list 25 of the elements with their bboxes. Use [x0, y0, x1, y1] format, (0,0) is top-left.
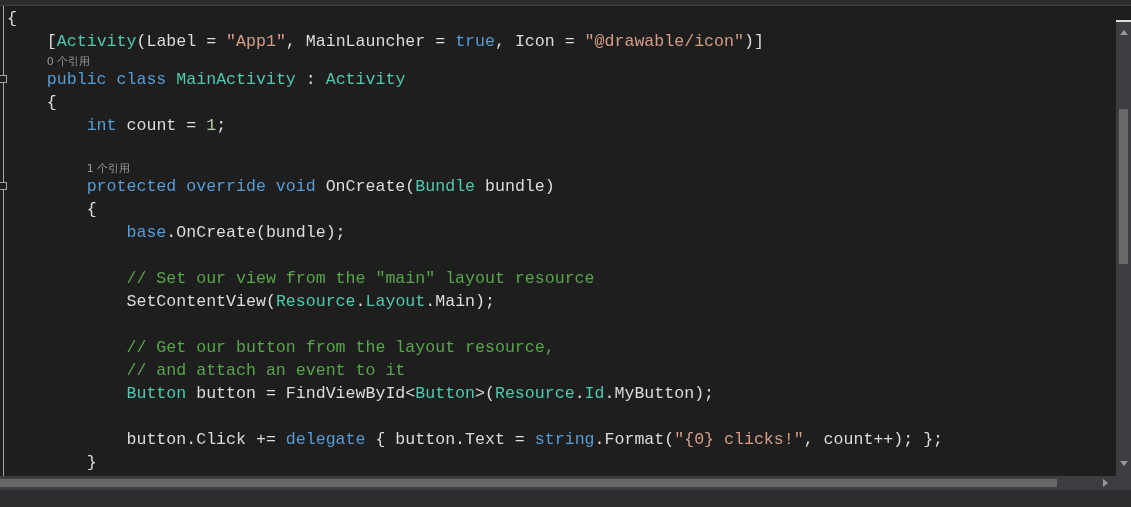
split-handle-icon[interactable]: [1116, 6, 1131, 22]
code-line: // and attach an event to it: [125, 361, 406, 380]
code-line: [Activity(Label = "App1", MainLauncher = true, Icon = "@drawable/icon")]: [45, 32, 764, 51]
code-line: base.OnCreate(bundle);: [125, 223, 346, 242]
code-line: int count = 1;: [85, 116, 227, 135]
code-line: // Get our button from the layout resource,: [125, 338, 555, 357]
vertical-scrollbar[interactable]: [1116, 6, 1131, 476]
code-line: // Set our view from the "main" layout resource: [125, 269, 595, 288]
code-line: {: [85, 200, 97, 219]
scroll-thumb[interactable]: [1119, 109, 1128, 264]
code-line: SetContentView(Resource.Layout.Main);: [125, 292, 495, 311]
code-line: }: [85, 453, 97, 472]
code-line: button.Click += delegate { button.Text = string.Format("{0} clicks!", count++); };: [125, 430, 944, 449]
code-line: protected override void OnCreate(Bundle bundle): [85, 177, 555, 196]
code-line: public class MainActivity : Activity: [45, 70, 406, 89]
scroll-up-icon[interactable]: [1119, 30, 1128, 35]
horizontal-scroll-thumb[interactable]: [0, 479, 1057, 487]
code-line: {: [7, 9, 17, 28]
code-line: Button button = FindViewById<Button>(Resource.Id.MyButton);: [125, 384, 715, 403]
reference-count[interactable]: 1 个引用: [7, 162, 131, 175]
collapse-icon[interactable]: [0, 75, 7, 83]
scroll-down-icon[interactable]: [1119, 461, 1128, 466]
collapse-icon[interactable]: [0, 182, 7, 190]
reference-count[interactable]: 0 个引用: [7, 55, 91, 68]
code-line: {: [45, 93, 57, 112]
